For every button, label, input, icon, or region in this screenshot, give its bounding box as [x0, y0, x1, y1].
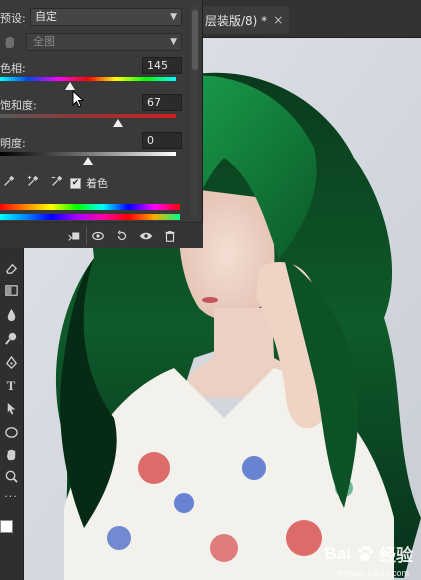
eyedropper-minus-icon[interactable]: [48, 172, 66, 190]
colorize-option[interactable]: ✔ 着色: [70, 175, 108, 191]
lightness-slider-track[interactable]: [0, 152, 176, 156]
hand-icon[interactable]: [0, 444, 22, 464]
preset-dropdown[interactable]: 自定 ▼: [30, 8, 182, 26]
type-icon[interactable]: T: [0, 376, 22, 396]
mouse-cursor-icon: [72, 90, 84, 108]
eyedropper-icon[interactable]: [0, 172, 18, 190]
preset-label: 预设:: [0, 12, 26, 25]
lightness-label: 明度:: [0, 137, 26, 150]
scrollbar-thumb[interactable]: [192, 10, 198, 70]
view-previous-state-icon[interactable]: [88, 227, 108, 245]
divider: [86, 227, 87, 245]
channel-value: 全图: [33, 35, 55, 48]
hue-input[interactable]: 145: [142, 57, 182, 74]
colorize-checkbox[interactable]: ✔: [70, 177, 81, 189]
hue-saturation-panel: 预设: 自定 ▼ 全图 ▼ 色相: 145 饱和度: 67 明度: 0 ✔ 着色: [0, 0, 203, 248]
eraser-icon[interactable]: [0, 258, 22, 278]
blur-icon[interactable]: [0, 304, 22, 324]
zoom-icon[interactable]: [0, 466, 22, 486]
panel-footer: [0, 222, 203, 248]
gradient-icon[interactable]: [0, 280, 22, 300]
chevron-down-icon: ▼: [170, 12, 177, 22]
hue-slider-thumb[interactable]: [65, 82, 76, 90]
pen-icon[interactable]: [0, 352, 22, 372]
watermark-brand-prefix: Bai: [324, 543, 351, 563]
tools-panel: T ···: [0, 248, 24, 580]
saturation-slider-track[interactable]: [0, 114, 176, 118]
saturation-slider-thumb[interactable]: [112, 119, 123, 127]
colorize-label: 着色: [86, 177, 108, 190]
document-tab-title: 层装版/8) *: [205, 13, 268, 28]
dodge-icon[interactable]: [0, 328, 22, 348]
close-tab-icon[interactable]: ×: [273, 13, 283, 27]
delete-trash-icon[interactable]: [160, 227, 180, 245]
baidu-watermark: Bai 经验: [325, 541, 413, 566]
ellipse-icon[interactable]: [0, 422, 22, 442]
lightness-input[interactable]: 0: [142, 132, 182, 149]
lightness-slider-thumb[interactable]: [83, 157, 93, 165]
document-tab-bar: 层装版/8) * ×: [195, 0, 421, 38]
channel-dropdown[interactable]: 全图 ▼: [26, 33, 182, 51]
clip-to-layer-icon[interactable]: [64, 227, 84, 245]
more-tools-icon[interactable]: ···: [0, 486, 22, 506]
eyedropper-group: [0, 172, 66, 190]
hue-label: 色相:: [0, 62, 26, 75]
input-spectrum-bar: [0, 204, 180, 210]
visibility-eye-icon[interactable]: [136, 227, 156, 245]
chevron-down-icon: ▼: [170, 37, 177, 47]
document-tab[interactable]: 层装版/8) * ×: [195, 6, 290, 34]
eyedropper-plus-icon[interactable]: [24, 172, 42, 190]
saturation-input[interactable]: 67: [142, 94, 182, 111]
targeted-adjustment-hand-icon[interactable]: [2, 34, 18, 50]
hue-slider-track[interactable]: [0, 77, 176, 81]
watermark-brand-suffix: 经验: [379, 546, 413, 565]
foreground-color-swatch[interactable]: [0, 520, 13, 533]
baidu-paw-icon: [358, 545, 373, 561]
path-select-icon[interactable]: [0, 398, 22, 418]
panel-scrollbar[interactable]: [191, 4, 199, 218]
output-spectrum-bar: [0, 214, 180, 220]
watermark-url: jingyan.baidu.com: [336, 568, 409, 578]
saturation-label: 饱和度:: [0, 99, 37, 112]
preset-value: 自定: [35, 10, 57, 23]
reset-icon[interactable]: [112, 227, 132, 245]
